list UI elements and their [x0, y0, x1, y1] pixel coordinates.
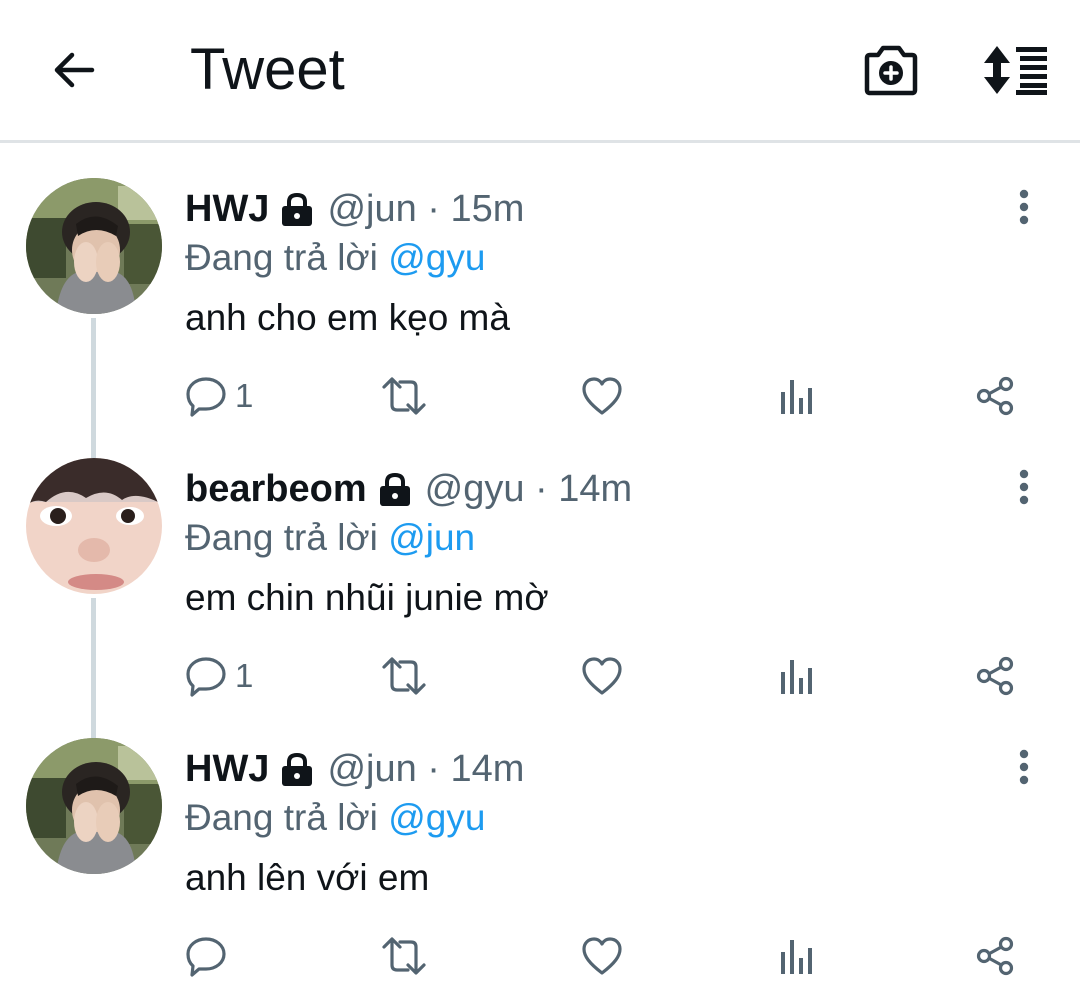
- analytics-icon: [781, 940, 812, 974]
- display-name[interactable]: bearbeom: [185, 468, 367, 511]
- sort-button[interactable]: [978, 38, 1054, 102]
- share-icon: [976, 936, 1014, 976]
- reply-icon: [186, 657, 226, 697]
- more-vertical-icon: [1019, 189, 1029, 225]
- more-options-button[interactable]: [1002, 742, 1046, 792]
- mention-link[interactable]: @gyu: [388, 237, 485, 278]
- tweet-actions: 1: [185, 650, 1035, 702]
- tweet-text: em chin nhũi junie mờ: [185, 577, 549, 618]
- reply-count: 1: [235, 377, 254, 414]
- like-icon: [582, 937, 622, 975]
- share-icon: [976, 656, 1014, 696]
- reply-icon: [186, 937, 226, 977]
- analytics-button[interactable]: [779, 650, 815, 702]
- analytics-button[interactable]: [779, 370, 815, 422]
- like-button[interactable]: [581, 930, 623, 982]
- tweet-text: anh cho em kẹo mà: [185, 297, 510, 338]
- replying-to: Đang trả lời @gyu: [185, 234, 485, 282]
- camera-add-icon: [864, 45, 918, 96]
- handle-time: @jun · 15m: [327, 187, 525, 230]
- tweet-actions: 1: [185, 370, 1035, 422]
- tweet-header: HWJ @jun · 15m: [185, 184, 524, 234]
- more-vertical-icon: [1019, 469, 1029, 505]
- lock-icon: [279, 191, 315, 227]
- share-button[interactable]: [975, 650, 1015, 702]
- retweet-button[interactable]: [381, 370, 427, 422]
- replying-prefix: Đang trả lời: [185, 517, 378, 558]
- retweet-button[interactable]: [381, 930, 427, 982]
- tweet[interactable]: bearbeom @gyu · 14m Đang trả lời @jun em…: [0, 458, 1080, 738]
- tweet-text: anh lên với em: [185, 857, 430, 898]
- replying-prefix: Đang trả lời: [185, 797, 378, 838]
- analytics-icon: [781, 660, 812, 694]
- avatar[interactable]: [26, 458, 162, 594]
- tweet-header: bearbeom @gyu · 14m: [185, 464, 632, 514]
- retweet-icon: [382, 657, 426, 695]
- back-button[interactable]: [40, 36, 108, 104]
- reply-button[interactable]: [185, 930, 235, 982]
- replying-to: Đang trả lời @jun: [185, 514, 475, 562]
- share-icon: [976, 376, 1014, 416]
- like-icon: [582, 657, 622, 695]
- reply-button[interactable]: 1: [185, 650, 253, 702]
- lock-icon: [279, 751, 315, 787]
- add-photo-button[interactable]: [856, 38, 926, 102]
- reply-icon: [186, 377, 226, 417]
- replying-to: Đang trả lời @gyu: [185, 794, 485, 842]
- avatar[interactable]: [26, 738, 162, 874]
- page-title: Tweet: [190, 37, 345, 102]
- tweet-actions: [185, 930, 1035, 982]
- more-vertical-icon: [1019, 749, 1029, 785]
- retweet-button[interactable]: [381, 650, 427, 702]
- analytics-button[interactable]: [779, 930, 815, 982]
- tweet[interactable]: HWJ @jun · 14m Đang trả lời @gyu anh lên…: [0, 738, 1080, 996]
- reply-count: 1: [235, 657, 254, 694]
- retweet-icon: [382, 377, 426, 415]
- mention-link[interactable]: @jun: [388, 517, 475, 558]
- sort-icon: [984, 46, 1047, 95]
- like-button[interactable]: [581, 650, 623, 702]
- handle-time: @jun · 14m: [327, 747, 525, 790]
- display-name[interactable]: HWJ: [185, 748, 269, 791]
- back-arrow-icon: [54, 52, 95, 88]
- like-button[interactable]: [581, 370, 623, 422]
- more-options-button[interactable]: [1002, 182, 1046, 232]
- share-button[interactable]: [975, 370, 1015, 422]
- replying-prefix: Đang trả lời: [185, 237, 378, 278]
- mention-link[interactable]: @gyu: [388, 797, 485, 838]
- display-name[interactable]: HWJ: [185, 188, 269, 231]
- top-app-bar: Tweet: [0, 0, 1080, 143]
- like-icon: [582, 377, 622, 415]
- tweet-header: HWJ @jun · 14m: [185, 744, 524, 794]
- analytics-icon: [781, 380, 812, 414]
- retweet-icon: [382, 937, 426, 975]
- more-options-button[interactable]: [1002, 462, 1046, 512]
- avatar[interactable]: [26, 178, 162, 314]
- handle-time: @gyu · 14m: [424, 467, 633, 510]
- share-button[interactable]: [975, 930, 1015, 982]
- reply-button[interactable]: 1: [185, 370, 253, 422]
- lock-icon: [377, 471, 413, 507]
- tweet[interactable]: HWJ @jun · 15m Đang trả lời @gyu anh cho…: [0, 178, 1080, 458]
